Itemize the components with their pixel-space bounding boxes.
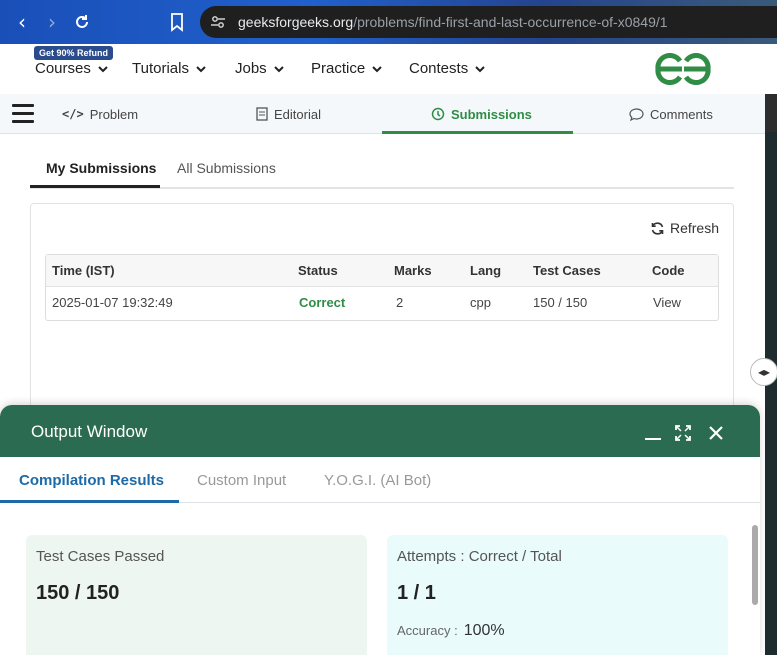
clock-icon — [431, 107, 445, 121]
tab-my-submissions[interactable]: My Submissions — [46, 160, 156, 176]
close-icon[interactable] — [706, 423, 726, 443]
chevron-down-icon — [98, 65, 108, 72]
tab-editorial[interactable]: Editorial — [256, 94, 321, 134]
subtab-indicator — [30, 185, 160, 188]
url-host: geeksforgeeks.org — [238, 14, 354, 30]
tab-submissions[interactable]: Submissions — [431, 94, 532, 134]
nav-tutorials-label: Tutorials — [132, 60, 189, 77]
accuracy-row: Accuracy : 100% — [397, 622, 505, 640]
accuracy-value: 100% — [463, 622, 505, 639]
column-marks: Marks — [394, 263, 432, 278]
menu-icon[interactable] — [12, 104, 34, 124]
output-tab-indicator — [0, 500, 179, 503]
test-cases-card: Test Cases Passed 150 / 150 — [26, 535, 367, 655]
table-row: 2025-01-07 19:32:49 Correct 2 cpp 150 / … — [46, 287, 718, 319]
tab-submissions-label: Submissions — [451, 106, 532, 122]
chevron-down-icon — [196, 65, 206, 72]
tab-all-submissions[interactable]: All Submissions — [177, 160, 276, 176]
refund-badge[interactable]: Get 90% Refund — [34, 46, 114, 60]
column-time: Time (IST) — [52, 263, 115, 278]
pane-resize-handle[interactable]: ◂▸ — [750, 358, 777, 386]
tab-problem[interactable]: </> Problem — [62, 94, 138, 134]
submissions-panel: Refresh Time (IST) Status Marks Lang Tes… — [30, 203, 734, 413]
address-bar[interactable]: geeksforgeeks.org/problems/find-first-an… — [200, 6, 777, 38]
nav-practice-label: Practice — [311, 60, 366, 77]
attempts-label: Attempts : Correct / Total — [397, 548, 562, 565]
submissions-table: Time (IST) Status Marks Lang Test Cases … — [45, 254, 719, 321]
cell-test-cases: 150 / 150 — [533, 295, 588, 310]
tab-comments[interactable]: Comments — [629, 94, 713, 134]
output-scrollbar[interactable] — [752, 525, 758, 605]
tab-problem-label: Problem — [89, 106, 139, 122]
view-code-link[interactable]: View — [653, 295, 681, 310]
site-settings-icon[interactable] — [210, 14, 226, 30]
nav-contests[interactable]: Contests — [409, 60, 486, 77]
minimize-icon[interactable] — [643, 423, 663, 443]
table-header: Time (IST) Status Marks Lang Test Cases … — [46, 255, 718, 287]
active-tab-indicator — [382, 131, 573, 134]
back-icon[interactable]: ‹ — [11, 11, 33, 33]
comment-icon — [629, 107, 644, 121]
url-path: /problems/find-first-and-last-occurrence… — [353, 14, 668, 30]
submissions-subtabs: My Submissions All Submissions — [30, 146, 734, 189]
attempts-value: 1 / 1 — [397, 582, 436, 604]
column-lang: Lang — [470, 263, 502, 278]
nav-tutorials[interactable]: Tutorials — [132, 60, 207, 77]
reload-icon[interactable] — [71, 11, 93, 33]
test-cases-label: Test Cases Passed — [36, 548, 165, 565]
nav-courses-label: Courses — [35, 60, 91, 77]
output-window-header: Output Window — [0, 405, 760, 457]
cell-lang: cpp — [470, 295, 491, 310]
tab-custom-input[interactable]: Custom Input — [197, 472, 286, 489]
column-code: Code — [652, 263, 685, 278]
chevron-down-icon — [372, 65, 382, 72]
tab-yogi-ai-bot[interactable]: Y.O.G.I. (AI Bot) — [324, 472, 431, 489]
code-icon: </> — [62, 107, 84, 121]
maximize-icon[interactable] — [673, 423, 693, 443]
test-cases-value: 150 / 150 — [36, 582, 120, 604]
chevron-down-icon — [475, 65, 485, 72]
refresh-label: Refresh — [669, 220, 719, 236]
nav-jobs[interactable]: Jobs — [235, 60, 285, 77]
output-tabs: Compilation Results Custom Input Y.O.G.I… — [0, 457, 760, 503]
tab-editorial-label: Editorial — [274, 106, 321, 122]
bookmark-icon[interactable] — [167, 12, 187, 32]
column-status: Status — [298, 263, 338, 278]
refresh-button[interactable]: Refresh — [650, 220, 719, 236]
column-test-cases: Test Cases — [533, 263, 601, 278]
output-window-title: Output Window — [31, 422, 148, 441]
cell-marks: 2 — [396, 295, 404, 310]
url-text: geeksforgeeks.org/problems/find-first-an… — [238, 14, 668, 30]
cell-time: 2025-01-07 19:32:49 — [52, 295, 173, 310]
nav-contests-label: Contests — [409, 60, 469, 77]
document-icon — [256, 107, 268, 121]
cell-status: Correct — [299, 295, 346, 310]
tab-compilation-results[interactable]: Compilation Results — [19, 472, 164, 489]
chevron-down-icon — [273, 65, 284, 72]
tab-comments-label: Comments — [650, 106, 713, 122]
attempts-card: Attempts : Correct / Total 1 / 1 Accurac… — [387, 535, 728, 655]
site-header: Get 90% Refund Courses Tutorials Jobs Pr… — [0, 44, 777, 94]
forward-icon[interactable]: › — [41, 11, 63, 33]
nav-jobs-label: Jobs — [235, 60, 267, 77]
output-window: Output Window Compilation Results Custom… — [0, 405, 760, 655]
nav-courses[interactable]: Courses — [35, 60, 109, 77]
refresh-icon — [651, 221, 664, 235]
problem-tab-bar: </> Problem Editorial Submissions Commen… — [0, 94, 765, 134]
browser-toolbar: ‹ › geeksforgeeks.org/problems/find-firs… — [0, 0, 777, 44]
nav-practice[interactable]: Practice — [311, 60, 383, 77]
gfg-logo-icon[interactable] — [652, 53, 714, 85]
accuracy-label: Accuracy : — [397, 623, 458, 638]
